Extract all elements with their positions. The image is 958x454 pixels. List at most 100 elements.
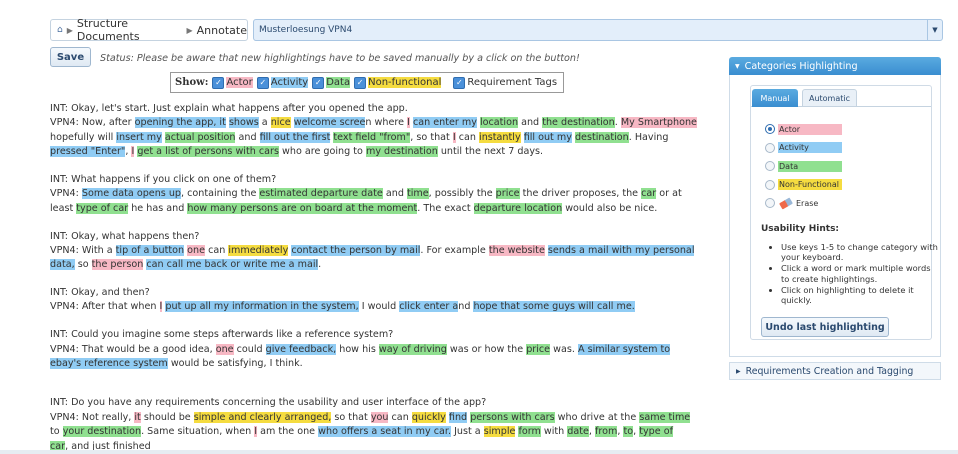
transcript-text[interactable]: INT: Okay, let's start. Just explain wha… — [50, 102, 710, 454]
text-segment[interactable]: can — [456, 132, 479, 143]
data-highlight[interactable]: to — [623, 426, 634, 438]
data-highlight[interactable]: way of driving — [378, 343, 447, 355]
transcript-line[interactable]: INT: Do you have any requirements concer… — [50, 396, 710, 410]
data-highlight[interactable]: price — [495, 188, 520, 200]
text-segment[interactable]: VPN4: — [50, 188, 82, 199]
text-segment[interactable]: nd — [458, 301, 473, 312]
show-option-nonfunctional[interactable]: ✓ Non-functional — [354, 76, 442, 89]
data-highlight[interactable]: car — [641, 188, 657, 200]
transcript-line[interactable]: VPN4: With a tip of a button one can imm… — [50, 244, 710, 258]
text-segment[interactable]: was. — [550, 344, 578, 355]
data-highlight[interactable]: how many persons are on board at the mom… — [187, 202, 418, 214]
text-segment[interactable]: INT: Okay, what happens then? — [50, 231, 199, 242]
transcript-line[interactable]: ebay's reference system would be satisfy… — [50, 357, 710, 371]
text-segment[interactable]: . The exact — [417, 203, 473, 214]
text-segment[interactable]: . — [615, 117, 621, 128]
tab-manual[interactable]: Manual — [752, 89, 798, 107]
actor-highlight[interactable]: one — [215, 343, 234, 355]
text-segment[interactable]: the driver proposes, the — [520, 188, 642, 199]
data-highlight[interactable]: estimated departure date — [259, 188, 383, 200]
radio-icon[interactable] — [765, 179, 775, 190]
text-segment[interactable]: VPN4: With a — [50, 245, 116, 256]
data-highlight[interactable]: actual position — [164, 131, 236, 143]
checkbox-icon[interactable]: ✓ — [212, 76, 225, 89]
actor-highlight[interactable]: you — [370, 411, 389, 423]
radio-actor[interactable]: Actor — [765, 120, 842, 139]
nonfunctional-highlight[interactable]: nice — [270, 117, 291, 129]
activity-highlight[interactable]: Some data opens up — [81, 188, 181, 200]
text-segment[interactable]: can — [205, 245, 228, 256]
transcript-line[interactable]: hopefully will insert my actual position… — [50, 131, 710, 145]
activity-highlight[interactable]: hope that some guys will call me. — [473, 301, 635, 313]
text-segment[interactable]: could — [234, 344, 266, 355]
radio-icon[interactable] — [765, 198, 775, 209]
activity-highlight[interactable]: fill out the first — [259, 131, 331, 143]
text-segment[interactable]: so that — [331, 412, 371, 423]
activity-highlight[interactable]: contact the person by mail — [291, 244, 421, 256]
text-segment[interactable]: . Same situation, when — [141, 426, 254, 437]
activity-highlight[interactable]: can call me back or write me a mail — [146, 259, 319, 271]
data-highlight[interactable]: departure location — [473, 202, 563, 214]
actor-highlight[interactable]: one — [187, 244, 206, 256]
document-select[interactable]: Musterloesung VPN4 ▼ — [253, 19, 943, 41]
data-highlight[interactable]: form — [518, 426, 541, 438]
text-segment[interactable]: with — [541, 426, 567, 437]
radio-data[interactable]: Data — [765, 157, 842, 176]
requirements-panel-header[interactable]: ▶ Requirements Creation and Tagging — [729, 362, 941, 380]
text-segment[interactable]: can — [388, 412, 411, 423]
data-highlight[interactable]: time — [406, 188, 429, 200]
activity-highlight[interactable]: click enter a — [399, 301, 459, 313]
radio-icon[interactable] — [765, 161, 775, 172]
text-segment[interactable]: and — [383, 188, 407, 199]
data-highlight[interactable]: same time — [639, 411, 691, 423]
activity-highlight[interactable]: data, — [50, 259, 75, 271]
show-option-data[interactable]: ✓ Data — [312, 76, 351, 89]
nonfunctional-highlight[interactable]: simple — [483, 426, 516, 438]
text-segment[interactable]: INT: What happens if you click on one of… — [50, 174, 276, 185]
text-segment[interactable]: a — [259, 117, 271, 128]
transcript-line[interactable]: to your destination. Same situation, whe… — [50, 425, 710, 439]
actor-highlight[interactable]: the website — [488, 244, 545, 256]
text-segment[interactable]: INT: Okay, and then? — [50, 287, 150, 298]
transcript-line[interactable]: VPN4: That would be a good idea, one cou… — [50, 343, 710, 357]
activity-highlight[interactable]: can enter my — [412, 117, 477, 129]
nonfunctional-highlight[interactable]: simple and clearly arranged, — [193, 411, 332, 423]
text-segment[interactable]: and — [518, 117, 542, 128]
nonfunctional-highlight[interactable]: quickly — [411, 411, 446, 423]
data-highlight[interactable]: your destination — [62, 426, 142, 438]
activity-highlight[interactable]: pressed "Enter" — [50, 146, 126, 158]
text-segment[interactable]: would also be nice. — [562, 203, 657, 214]
activity-highlight[interactable]: tip of a button — [115, 244, 185, 256]
text-segment[interactable]: was or how the — [447, 344, 526, 355]
activity-highlight[interactable]: insert my — [116, 131, 162, 143]
transcript-line[interactable]: INT: What happens if you click on one of… — [50, 173, 710, 187]
transcript-line[interactable]: INT: Okay, what happens then? — [50, 230, 710, 244]
data-highlight[interactable]: date — [567, 426, 589, 438]
text-segment[interactable]: . Having — [629, 132, 669, 143]
actor-highlight[interactable]: My Smartphone — [620, 117, 697, 129]
text-segment[interactable]: VPN4: After that when — [50, 301, 160, 312]
breadcrumb-item[interactable]: Annotate — [197, 24, 247, 37]
text-segment[interactable]: , containing the — [181, 188, 259, 199]
text-segment[interactable]: VPN4: Now, after — [50, 117, 135, 128]
data-highlight[interactable]: location — [479, 117, 519, 129]
chevron-down-icon[interactable]: ▼ — [927, 20, 942, 40]
nonfunctional-highlight[interactable]: immediately — [228, 244, 289, 256]
transcript-line[interactable]: INT: Okay, let's start. Just explain wha… — [50, 102, 710, 116]
data-highlight[interactable]: persons with cars — [470, 411, 555, 423]
radio-nonfunctional[interactable]: Non-Functional — [765, 176, 842, 195]
radio-icon[interactable] — [765, 124, 775, 135]
nonfunctional-highlight[interactable]: instantly — [479, 131, 521, 143]
data-highlight[interactable]: get a list of persons with cars — [137, 146, 279, 158]
activity-highlight[interactable]: opening the app, it — [134, 117, 226, 129]
activity-highlight[interactable]: sends a mail with my personal — [547, 244, 695, 256]
checkbox-icon[interactable]: ✓ — [312, 76, 325, 89]
text-segment[interactable]: and — [235, 132, 259, 143]
activity-highlight[interactable]: give feedback, — [265, 343, 337, 355]
show-option-requirement-tags[interactable]: ✓ Requirement Tags — [453, 76, 557, 89]
data-highlight[interactable]: the destination — [542, 117, 615, 129]
activity-highlight[interactable]: fill out my — [523, 131, 572, 143]
data-highlight[interactable]: price — [526, 343, 551, 355]
save-button[interactable]: Save — [50, 47, 91, 67]
radio-activity[interactable]: Activity — [765, 139, 842, 158]
